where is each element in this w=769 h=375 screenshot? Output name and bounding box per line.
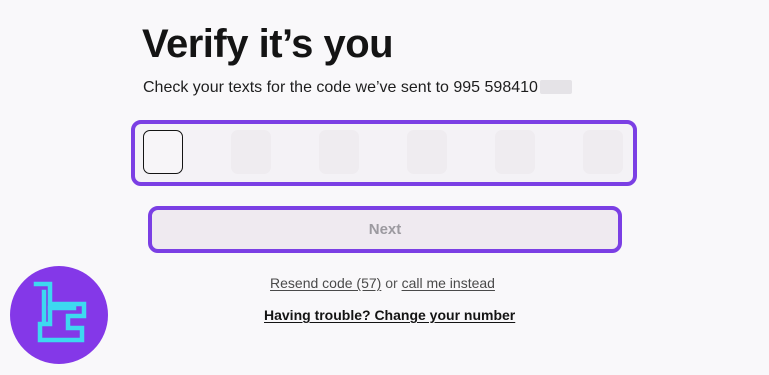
- tradingfinder-logo-icon: [10, 266, 108, 364]
- resend-row: Resend code (57) or call me instead: [0, 274, 769, 292]
- next-button[interactable]: Next: [148, 206, 622, 253]
- code-digit-5[interactable]: [495, 130, 535, 174]
- resend-code-link[interactable]: Resend code (57): [270, 275, 381, 291]
- code-digit-1[interactable]: [143, 130, 183, 174]
- subtitle-text: Check your texts for the code we’ve sent…: [143, 79, 538, 96]
- page-title: Verify it’s you: [142, 22, 394, 66]
- code-digit-2[interactable]: [231, 130, 271, 174]
- or-text: or: [385, 275, 398, 291]
- call-me-link[interactable]: call me instead: [402, 275, 495, 291]
- code-digit-4[interactable]: [407, 130, 447, 174]
- code-digit-6[interactable]: [583, 130, 623, 174]
- verification-code-input[interactable]: [131, 120, 637, 186]
- logo-mark: [33, 281, 87, 343]
- subtitle: Check your texts for the code we’ve sent…: [143, 78, 572, 98]
- code-digit-3[interactable]: [319, 130, 359, 174]
- change-number-link[interactable]: Having trouble? Change your number: [264, 306, 515, 324]
- phone-redacted: [539, 80, 572, 94]
